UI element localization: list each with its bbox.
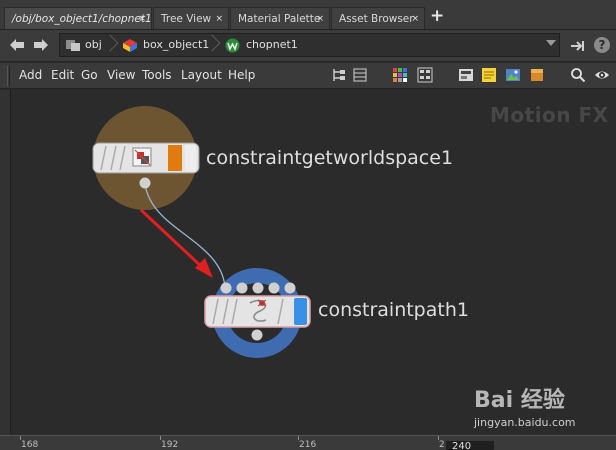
annotation-arrow	[139, 208, 205, 270]
input-connector[interactable]	[268, 282, 280, 294]
input-connector[interactable]	[236, 282, 248, 294]
input-connector[interactable]	[252, 282, 264, 294]
tick-label: 192	[161, 440, 179, 450]
current-frame-field[interactable]: 240	[446, 441, 494, 450]
node-label-constraintpath1[interactable]: constraintpath1	[318, 299, 469, 321]
output-connector[interactable]	[251, 329, 263, 341]
watermark: Bai 经验 jingyan.baidu.com	[474, 382, 576, 429]
timeline-ruler[interactable]: 168 192 216 2	[0, 435, 616, 450]
tick-label: 216	[299, 440, 317, 450]
tick-label: 168	[21, 440, 39, 450]
output-connector[interactable]	[139, 177, 151, 189]
input-connector[interactable]	[220, 282, 232, 294]
watermark-brand: Bai 经验	[474, 388, 565, 413]
input-connector[interactable]	[284, 282, 296, 294]
constraint-world-icon	[132, 147, 152, 167]
node-label-constraintgetworldspace1[interactable]: constraintgetworldspace1	[206, 147, 453, 169]
watermark-url: jingyan.baidu.com	[474, 416, 576, 429]
node-flag[interactable]	[168, 145, 182, 171]
tick-label: 2	[439, 440, 445, 450]
node-flag[interactable]	[294, 298, 307, 325]
